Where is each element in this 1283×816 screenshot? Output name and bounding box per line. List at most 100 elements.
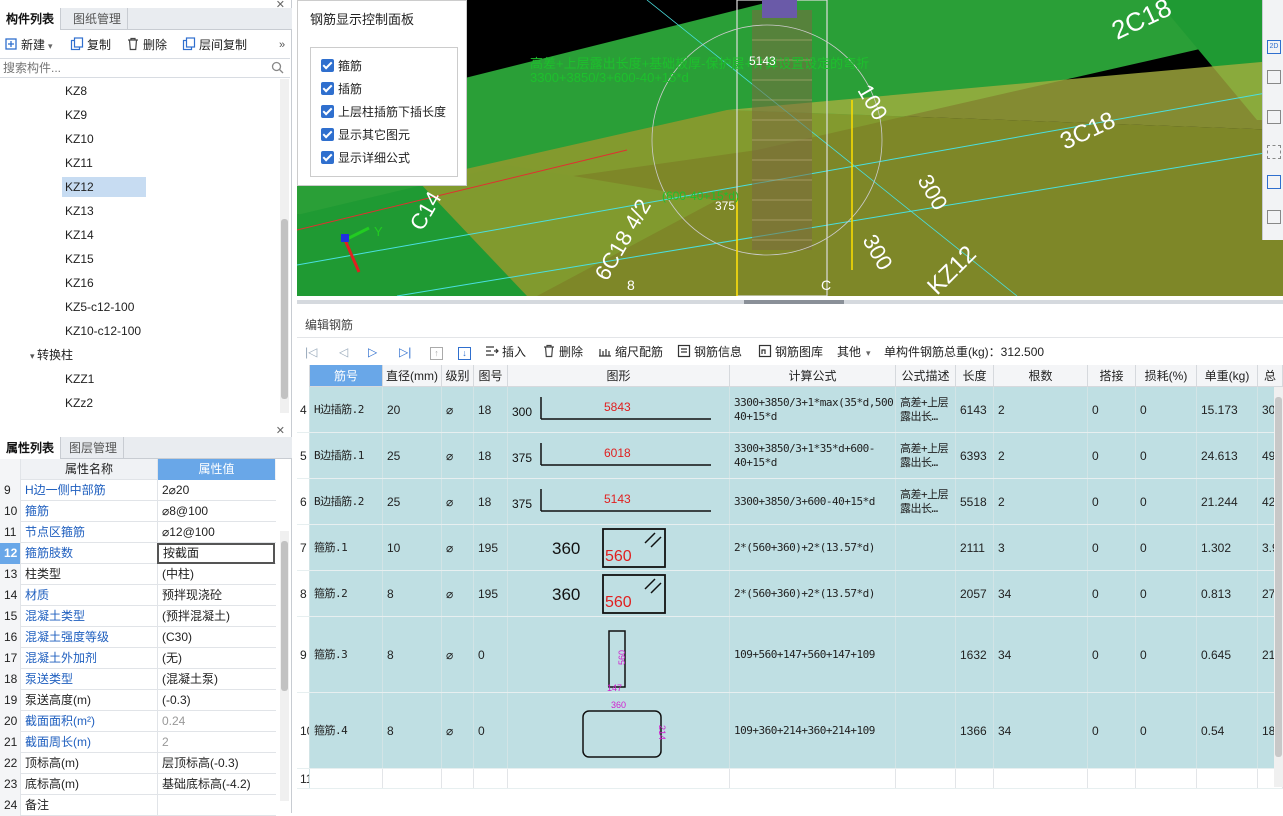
tree-item-kz13[interactable]: KZ13	[62, 201, 97, 221]
cell-formula[interactable]: 2*(560+360)+2*(13.57*d)	[730, 525, 896, 570]
cell-lap[interactable]: 0	[1088, 387, 1136, 432]
cell-count[interactable]: 3	[994, 525, 1088, 570]
view-cube-icon[interactable]	[1267, 175, 1281, 189]
property-row[interactable]: 21 截面周长(m) 2	[0, 732, 276, 753]
cell-lap[interactable]: 0	[1088, 617, 1136, 692]
option-dowel[interactable]: 插筋	[321, 79, 362, 99]
cell-fig[interactable]: 18	[474, 433, 508, 478]
cell-formula[interactable]: 109+560+147+560+147+109	[730, 617, 896, 692]
rebar-row[interactable]: 7 箍筋.1 10 ⌀ 195 360 560 2*(560+360)+2*(13.57*d)…	[297, 525, 1283, 571]
table-scroll-thumb[interactable]	[1275, 397, 1282, 757]
option-show-detailed-formula[interactable]: 显示详细公式	[321, 148, 410, 168]
cell-lap[interactable]: 0	[1088, 525, 1136, 570]
cell-lap[interactable]: 0	[1088, 479, 1136, 524]
cell-fig[interactable]: 18	[474, 387, 508, 432]
cell-desc[interactable]: 高差+上层露出长…	[896, 479, 956, 524]
empty-row[interactable]: 11	[297, 769, 1283, 789]
first-record-icon[interactable]: |◁	[305, 343, 317, 361]
checkbox-checked-icon[interactable]	[321, 151, 334, 164]
cell-loss[interactable]: 0	[1136, 479, 1197, 524]
property-value[interactable]: 按截面	[157, 543, 275, 564]
column-header[interactable]: 损耗(%)	[1136, 365, 1197, 387]
column-header[interactable]: 总	[1258, 365, 1283, 387]
property-row[interactable]: 14 材质 预拌现浇砼	[0, 585, 276, 606]
cell-len[interactable]: 2057	[956, 571, 994, 616]
cell-count[interactable]: 2	[994, 479, 1088, 524]
cell-desc[interactable]: 高差+上层露出长…	[896, 387, 956, 432]
prev-record-icon[interactable]: ◁	[339, 343, 348, 361]
property-row[interactable]: 22 顶标高(m) 层顶标高(-0.3)	[0, 753, 276, 774]
empty-cell[interactable]	[994, 769, 1088, 788]
cell-name[interactable]: B边插筋.1	[310, 433, 383, 478]
checkbox-checked-icon[interactable]	[321, 128, 334, 141]
delete-button[interactable]: 删除	[126, 35, 167, 55]
cell-loss[interactable]: 0	[1136, 617, 1197, 692]
tree-item-kz11[interactable]: KZ11	[62, 153, 96, 173]
property-value[interactable]: 层顶标高(-0.3)	[157, 753, 275, 774]
cell-fig[interactable]: 195	[474, 571, 508, 616]
property-scrollbar[interactable]	[280, 531, 289, 801]
empty-cell[interactable]	[956, 769, 994, 788]
new-button[interactable]: 新建 ▾	[4, 35, 53, 55]
property-value[interactable]: 2⌀20	[157, 480, 275, 501]
cell-desc[interactable]: 高差+上层露出长…	[896, 433, 956, 478]
cell-unit[interactable]: 24.613	[1197, 433, 1258, 478]
move-down-icon[interactable]: ↓	[458, 343, 471, 361]
rebar-row[interactable]: 9 箍筋.3 8 ⌀ 0 560 147 109+560+147+560+147+109 163…	[297, 617, 1283, 693]
cell-formula[interactable]: 3300+3850/3+600-40+15*d	[730, 479, 896, 524]
next-record-icon[interactable]: ▷	[368, 343, 377, 361]
rebar-shape-cell[interactable]: 360 560	[508, 571, 730, 616]
property-row[interactable]: 23 底标高(m) 基础底标高(-4.2)	[0, 774, 276, 795]
cell-len[interactable]: 1632	[956, 617, 994, 692]
property-row[interactable]: 20 截面面积(m²) 0.24	[0, 711, 276, 732]
cell-formula[interactable]: 109+360+214+360+214+109	[730, 693, 896, 768]
cell-desc[interactable]	[896, 617, 956, 692]
search-icon[interactable]	[271, 61, 284, 74]
rebar-shape-cell[interactable]: 300 5843	[508, 387, 730, 432]
option-upper-dowel-length[interactable]: 上层柱插筋下插长度	[321, 102, 446, 122]
tree-item-kz14[interactable]: KZ14	[62, 225, 97, 245]
empty-cell[interactable]	[1136, 769, 1197, 788]
cell-name[interactable]: H边插筋.2	[310, 387, 383, 432]
cell-count[interactable]: 2	[994, 387, 1088, 432]
property-value[interactable]: (-0.3)	[157, 690, 275, 711]
empty-cell[interactable]	[896, 769, 956, 788]
cell-lap[interactable]: 0	[1088, 433, 1136, 478]
tab-component-list[interactable]: 构件列表	[0, 8, 62, 30]
checkbox-checked-icon[interactable]	[321, 105, 334, 118]
empty-cell[interactable]	[383, 769, 442, 788]
cell-loss[interactable]: 0	[1136, 693, 1197, 768]
cell-unit[interactable]: 0.54	[1197, 693, 1258, 768]
empty-cell[interactable]	[508, 769, 730, 788]
rebar-library-button[interactable]: 钢筋图库	[758, 343, 823, 361]
cell-grade[interactable]: ⌀	[442, 693, 474, 768]
tree-item-kz8[interactable]: KZ8	[62, 81, 90, 101]
property-scroll-thumb[interactable]	[281, 541, 288, 691]
tree-item-kz15[interactable]: KZ15	[62, 249, 97, 269]
property-value[interactable]: 预拌现浇砼	[157, 585, 275, 606]
view-list-icon[interactable]	[1267, 210, 1281, 224]
tree-item-kz9[interactable]: KZ9	[62, 105, 90, 125]
cell-dia[interactable]: 8	[383, 617, 442, 692]
rebar-row[interactable]: 8 箍筋.2 8 ⌀ 195 360 560 2*(560+360)+2*(13.57*d) 2…	[297, 571, 1283, 617]
cell-loss[interactable]: 0	[1136, 387, 1197, 432]
tree-item-kz10-c12-100[interactable]: KZ10-c12-100	[62, 321, 144, 341]
search-input[interactable]	[0, 59, 260, 77]
rebar-row[interactable]: 6 B边插筋.2 25 ⌀ 18 375 5143 3300+3850/3+600-40+15…	[297, 479, 1283, 525]
cell-count[interactable]: 2	[994, 433, 1088, 478]
cell-dia[interactable]: 25	[383, 479, 442, 524]
rebar-shape-cell[interactable]: 360 560	[508, 525, 730, 570]
tab-layer-management[interactable]: 图层管理	[63, 437, 125, 459]
cell-loss[interactable]: 0	[1136, 571, 1197, 616]
checkbox-checked-icon[interactable]	[321, 59, 334, 72]
cell-unit[interactable]: 1.302	[1197, 525, 1258, 570]
component-scrollbar[interactable]	[280, 79, 289, 413]
cell-name[interactable]: 箍筋.3	[310, 617, 383, 692]
property-row[interactable]: 17 混凝土外加剂 (无)	[0, 648, 276, 669]
property-value[interactable]: 0.24	[157, 711, 275, 732]
tree-item-kz16[interactable]: KZ16	[62, 273, 97, 293]
option-show-other-elements[interactable]: 显示其它图元	[321, 125, 410, 145]
cell-dia[interactable]: 8	[383, 693, 442, 768]
other-menu[interactable]: 其他 ▾	[837, 343, 871, 361]
cell-unit[interactable]: 15.173	[1197, 387, 1258, 432]
